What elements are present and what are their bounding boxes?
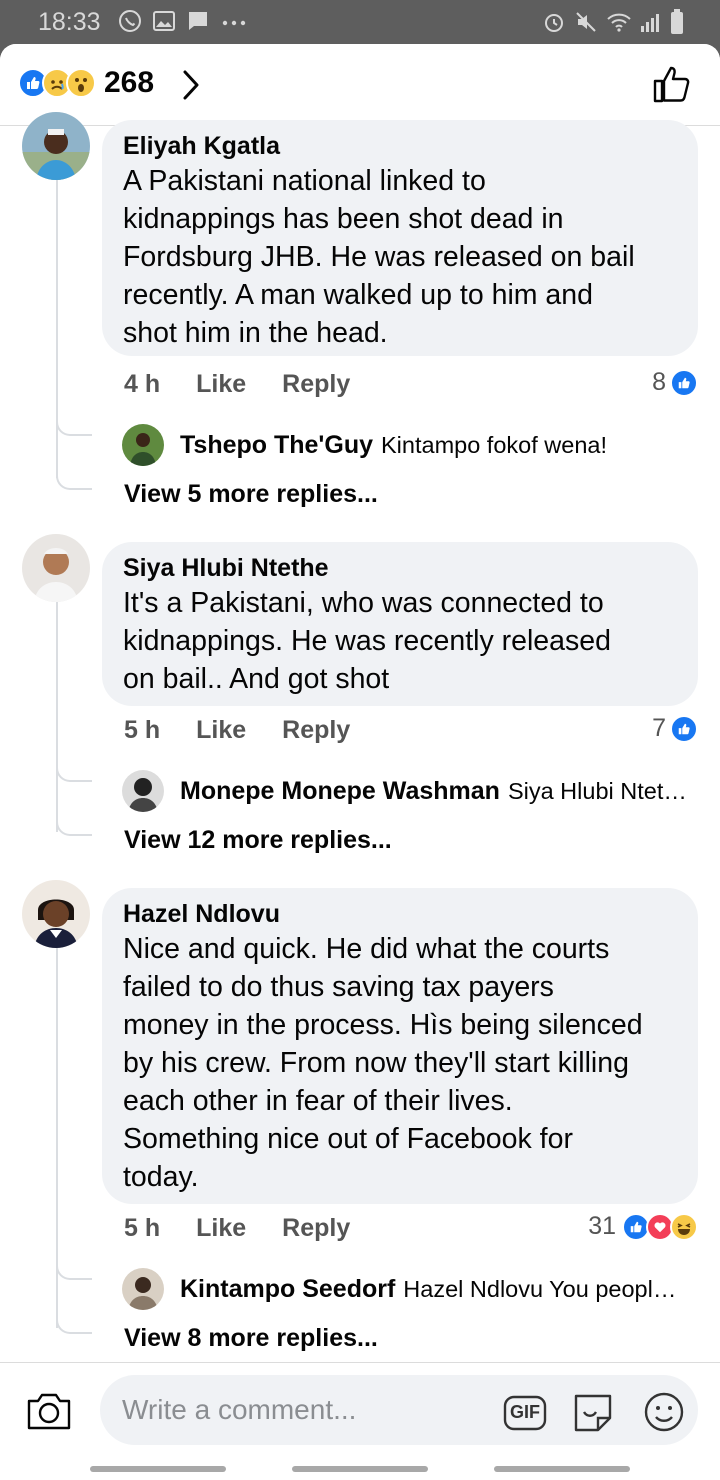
reply-preview[interactable]: Monepe Monepe Washman Siya Hlubi Ntet…	[122, 770, 687, 812]
status-right-icons	[542, 9, 684, 35]
reply-text: Kintampo fokof wena!	[381, 431, 607, 458]
thread-connector	[56, 768, 92, 782]
comment-bubble[interactable]: Hazel Ndlovu Nice and quick. He did what…	[102, 888, 698, 1204]
reply-preview[interactable]: Kintampo Seedorf Hazel Ndlovu You peopl…	[122, 1268, 676, 1310]
reactions-header: 268	[0, 44, 720, 126]
comment-text: Nice and quick. He did what the courts f…	[123, 933, 643, 1193]
comment-reaction-count[interactable]: 31	[588, 1212, 698, 1241]
like-reaction-icon	[670, 714, 698, 743]
like-link[interactable]: Like	[196, 716, 246, 745]
mute-icon	[576, 12, 596, 32]
comment-time: 5 h	[124, 716, 161, 744]
avatar[interactable]	[122, 770, 164, 812]
like-button-icon[interactable]	[652, 64, 692, 104]
view-more-replies-link[interactable]: View 8 more replies...	[124, 1324, 378, 1353]
nav-back-indicator[interactable]	[494, 1466, 630, 1472]
gif-button[interactable]: GIF	[503, 1395, 547, 1436]
comment-bubble[interactable]: Siya Hlubi Ntethe It's a Pakistani, who …	[102, 542, 698, 706]
comment-actions: 5 h Like Reply	[124, 716, 350, 745]
camera-icon[interactable]	[26, 1391, 72, 1431]
thread-connector	[56, 466, 92, 490]
comments-sheet: 268 Eliyah Kgatla A Pakistani national l…	[0, 44, 720, 1480]
reply-author[interactable]: Tshepo The'Guy	[180, 431, 373, 460]
reply-author[interactable]: Monepe Monepe Washman	[180, 777, 500, 806]
nav-home-indicator[interactable]	[292, 1466, 428, 1472]
reply-text: Siya Hlubi Ntet…	[507, 777, 687, 804]
comment-time: 5 h	[124, 1214, 161, 1242]
status-bar: 18:33	[0, 0, 720, 44]
comment-actions: 5 h Like Reply	[124, 1214, 350, 1243]
comment-author[interactable]: Hazel Ndlovu	[123, 898, 678, 930]
comment-author[interactable]: Eliyah Kgatla	[123, 130, 678, 162]
signal-icon	[641, 14, 659, 32]
comment-bubble[interactable]: Eliyah Kgatla A Pakistani national linke…	[102, 120, 698, 356]
system-nav-bar	[0, 1458, 720, 1480]
like-link[interactable]: Like	[196, 1214, 246, 1243]
comment-actions: 4 h Like Reply	[124, 370, 350, 399]
emoji-icon[interactable]	[643, 1391, 685, 1433]
avatar[interactable]	[122, 424, 164, 466]
wifi-icon	[607, 13, 631, 32]
thread-connector	[56, 422, 92, 436]
gif-label: GIF	[510, 1402, 540, 1422]
status-time: 18:33	[38, 8, 101, 36]
reaction-count: 268	[104, 66, 155, 99]
thread-connector	[56, 812, 92, 836]
reply-author[interactable]: Kintampo Seedorf	[180, 1275, 395, 1304]
thread-line	[56, 180, 58, 478]
wow-reaction-icon	[66, 68, 96, 98]
reply-link[interactable]: Reply	[282, 716, 350, 745]
comment-reaction-count[interactable]: 8	[652, 368, 698, 397]
sticker-icon[interactable]	[570, 1390, 616, 1436]
whatsapp-icon	[119, 10, 141, 32]
like-reaction-icon	[670, 368, 698, 397]
status-left-icons	[118, 9, 248, 33]
like-link[interactable]: Like	[196, 370, 246, 399]
reply-link[interactable]: Reply	[282, 1214, 350, 1243]
comment-reaction-count[interactable]: 7	[652, 714, 698, 743]
gallery-icon	[153, 11, 175, 31]
comment-time: 4 h	[124, 370, 161, 398]
avatar[interactable]	[22, 880, 90, 948]
reply-link[interactable]: Reply	[282, 370, 350, 399]
comment-author[interactable]: Siya Hlubi Ntethe	[123, 552, 678, 584]
reply-preview[interactable]: Tshepo The'Guy Kintampo fokof wena!	[122, 424, 607, 466]
thread-connector	[56, 1266, 92, 1280]
avatar[interactable]	[22, 112, 90, 180]
reaction-summary[interactable]: 268	[18, 66, 154, 100]
message-icon	[189, 12, 207, 30]
comment-text: A Pakistani national linked to kidnappin…	[123, 165, 635, 349]
comment-text: It's a Pakistani, who was connected to k…	[123, 587, 611, 695]
alarm-icon	[545, 14, 563, 32]
more-notifications-icon	[222, 20, 246, 26]
reply-text: Hazel Ndlovu You peopl…	[403, 1275, 677, 1302]
haha-reaction-icon	[670, 1212, 698, 1241]
battery-icon	[671, 9, 683, 34]
nav-recents-indicator[interactable]	[90, 1466, 226, 1472]
view-more-replies-link[interactable]: View 5 more replies...	[124, 480, 378, 509]
avatar[interactable]	[122, 1268, 164, 1310]
thread-connector	[56, 1310, 92, 1334]
avatar[interactable]	[22, 534, 90, 602]
chevron-right-icon[interactable]	[180, 68, 202, 102]
view-more-replies-link[interactable]: View 12 more replies...	[124, 826, 392, 855]
thread-line	[56, 602, 58, 832]
